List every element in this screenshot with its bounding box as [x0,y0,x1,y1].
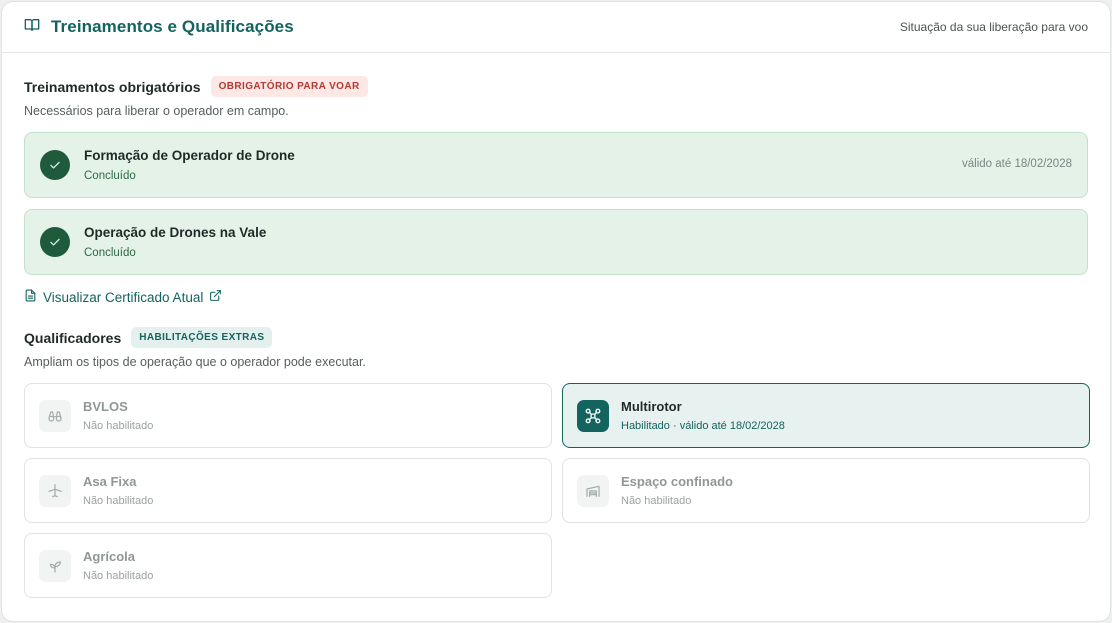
card-header: Treinamentos e Qualificações Situação da… [2,2,1110,53]
header-left: Treinamentos e Qualificações [24,17,294,38]
qualifiers-title-row: Qualificadores HABILITAÇÕES EXTRAS [24,327,1088,348]
qualifier-text: Espaço confinado Não habilitado [621,474,733,507]
drone-icon [577,399,609,432]
check-circle-icon [40,227,70,257]
training-status: Concluído [84,247,136,259]
qualifiers-grid: BVLOS Não habilitado Multirotor Habilita… [24,383,1090,598]
qualifier-multirotor[interactable]: Multirotor Habilitado · válido até 18/02… [562,383,1090,448]
qualifiers-badge: HABILITAÇÕES EXTRAS [131,327,273,348]
file-text-icon [24,289,37,305]
qualifier-name: Espaço confinado [621,474,733,489]
plane-icon [39,474,71,507]
mandatory-badge: OBRIGATÓRIO PARA VOAR [210,76,368,97]
qualifier-text: Asa Fixa Não habilitado [83,474,153,507]
qualifier-status: Não habilitado [621,495,692,507]
book-open-icon [24,17,40,38]
training-validity: válido até 18/02/2028 [962,158,1072,170]
sprout-icon [39,549,71,582]
training-name: Operação de Drones na Vale [84,225,267,240]
mandatory-description: Necessários para liberar o operador em c… [24,104,289,118]
view-certificate-link[interactable]: Visualizar Certificado Atual [24,289,222,305]
qualifiers-description: Ampliam os tipos de operação que o opera… [24,355,366,369]
qualifier-asa-fixa[interactable]: Asa Fixa Não habilitado [24,458,552,523]
mandatory-section: Treinamentos obrigatórios OBRIGATÓRIO PA… [2,53,1110,307]
qualifier-text: BVLOS Não habilitado [83,399,153,432]
training-text: Operação de Drones na Vale Concluído [84,225,266,259]
qualifier-espaco-confinado[interactable]: Espaço confinado Não habilitado [562,458,1090,523]
qualifier-name: Asa Fixa [83,474,137,489]
check-circle-icon [40,150,70,180]
qualifier-agricola[interactable]: Agrícola Não habilitado [24,533,552,598]
training-status: Concluído [84,170,136,182]
binoculars-icon [39,399,71,432]
mandatory-title: Treinamentos obrigatórios [24,78,201,95]
training-text: Formação de Operador de Drone Concluído [84,148,295,182]
training-name: Formação de Operador de Drone [84,148,295,163]
qualifiers-title: Qualificadores [24,329,122,346]
qualifier-name: Agrícola [83,549,136,564]
qualifier-status: Não habilitado [83,570,154,582]
training-card: Treinamentos e Qualificações Situação da… [1,1,1111,622]
header-subtitle: Situação da sua liberação para voo [899,20,1088,34]
qualifier-name: BVLOS [83,399,128,414]
view-certificate-label: Visualizar Certificado Atual [43,289,204,305]
mandatory-title-row: Treinamentos obrigatórios OBRIGATÓRIO PA… [24,76,1088,97]
qualifier-status: Habilitado · válido até 18/02/2028 [621,420,785,432]
page-title: Treinamentos e Qualificações [51,17,294,36]
external-link-icon [209,289,222,305]
warehouse-icon [577,474,609,507]
training-item: Formação de Operador de Drone Concluído … [24,132,1088,198]
qualifier-text: Multirotor Habilitado · válido até 18/02… [621,399,785,432]
qualifier-status: Não habilitado [83,495,154,507]
qualifier-text: Agrícola Não habilitado [83,549,153,582]
qualifier-bvlos[interactable]: BVLOS Não habilitado [24,383,552,448]
qualifier-status: Não habilitado [83,420,154,432]
qualifiers-section: Qualificadores HABILITAÇÕES EXTRAS Ampli… [2,307,1110,598]
training-item: Operação de Drones na Vale Concluído [24,209,1088,275]
qualifier-name: Multirotor [621,399,682,414]
